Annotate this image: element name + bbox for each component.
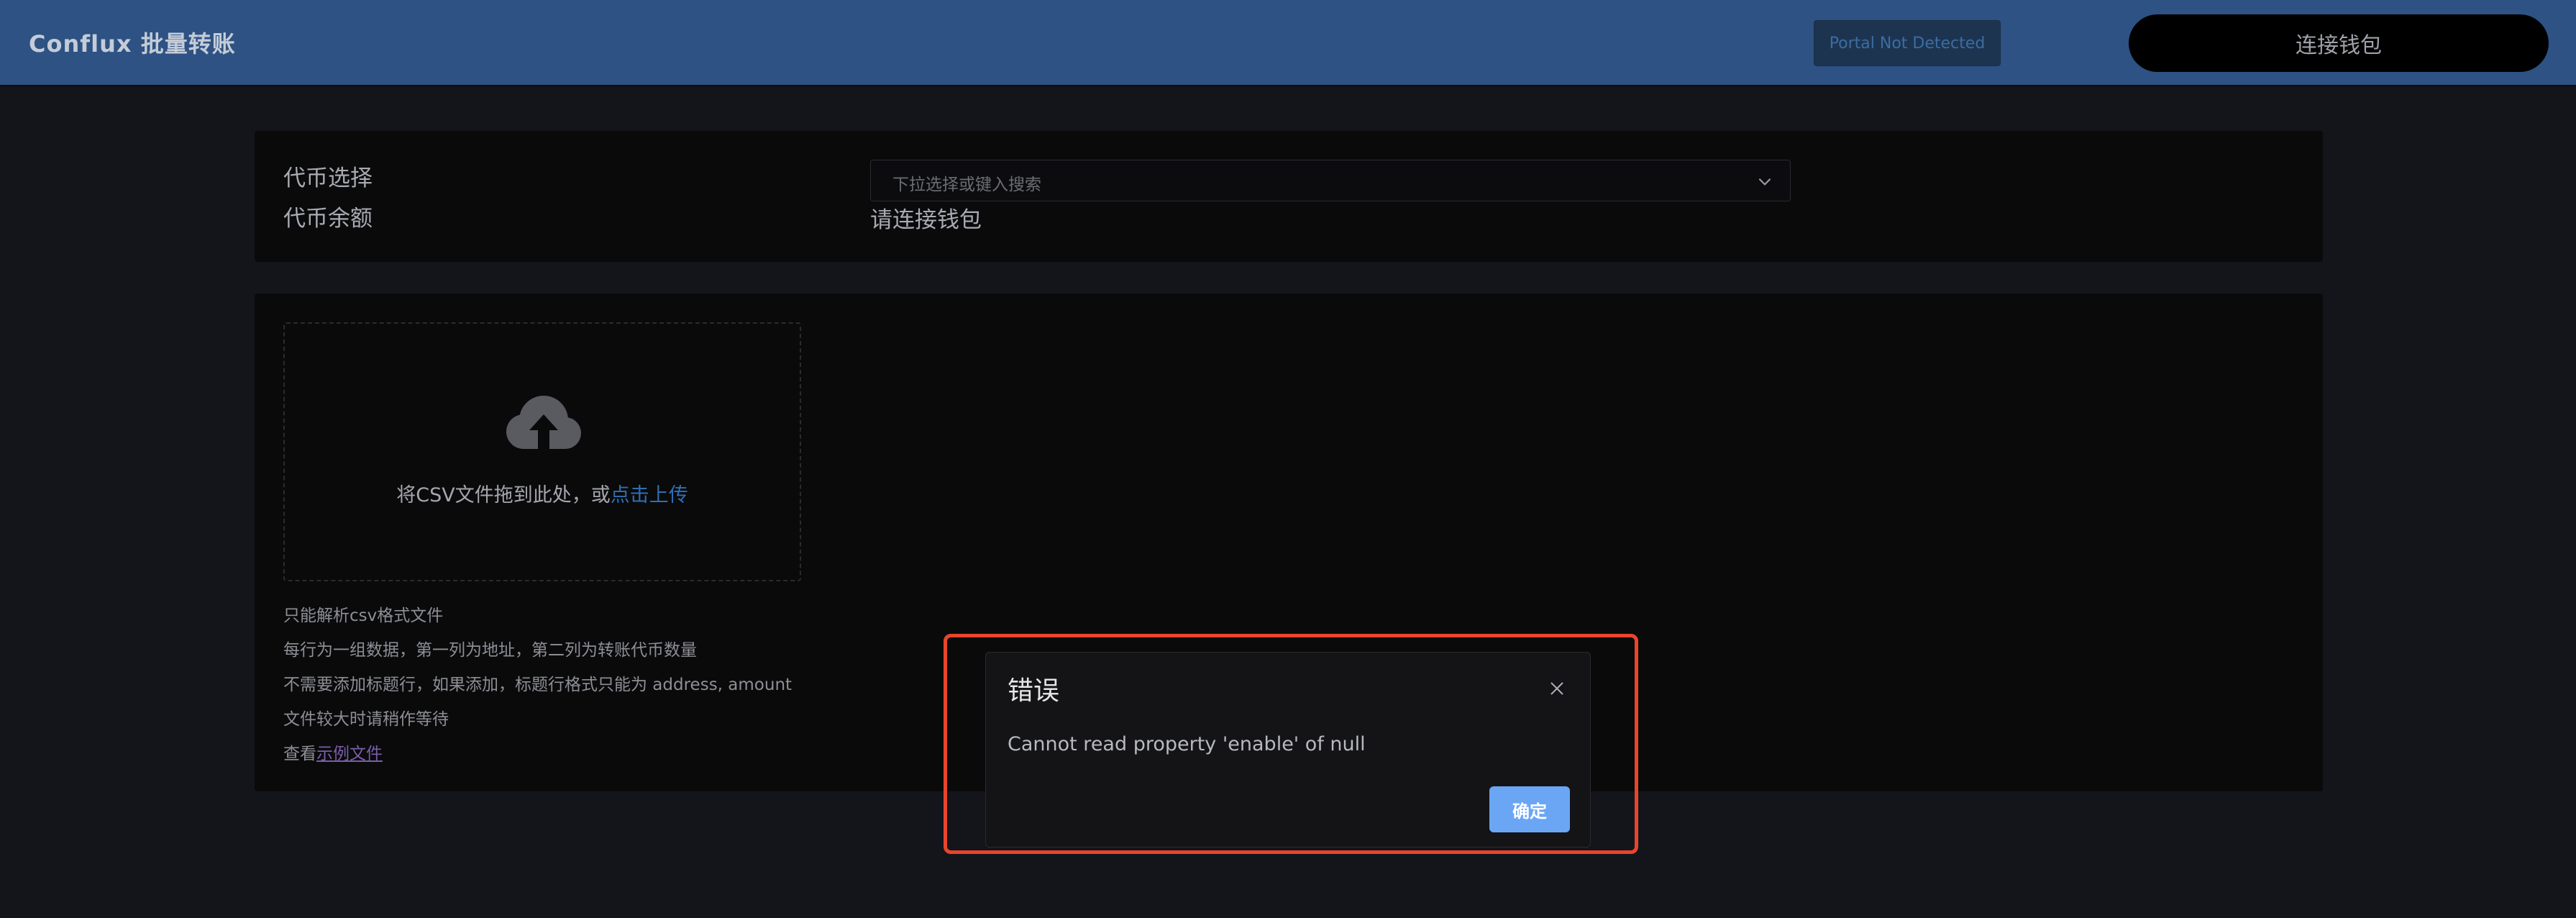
token-panel: 代币选择 下拉选择或键入搜索 代币余额 请连接钱包 [255, 131, 2323, 262]
hint-large-file: 文件较大时请稍作等待 [283, 710, 449, 729]
error-dialog: 错误 Cannot read property 'enable' of null… [985, 652, 1591, 847]
app-header: Conflux 批量转账 Portal Not Detected 连接钱包 [0, 0, 2576, 86]
hint-header-row: 不需要添加标题行，如果添加，标题行格式只能为 address, amount [283, 676, 793, 694]
token-select-placeholder[interactable]: 下拉选择或键入搜索 [892, 171, 1041, 195]
example-file-link[interactable]: 示例文件 [316, 745, 383, 763]
confirm-button[interactable]: 确定 [1489, 786, 1570, 832]
token-select[interactable]: 下拉选择或键入搜索 [870, 160, 1791, 201]
connect-wallet-button[interactable]: 连接钱包 [2129, 14, 2549, 72]
dropzone-instruction: 将CSV文件拖到此处，或 [396, 484, 611, 506]
error-dialog-message: Cannot read property 'enable' of null [1008, 733, 1366, 755]
csv-dropzone[interactable]: 将CSV文件拖到此处，或点击上传 [283, 322, 801, 581]
hint-csv-only: 只能解析csv格式文件 [283, 606, 444, 625]
upload-link[interactable]: 点击上传 [611, 484, 688, 506]
hint-example: 查看示例文件 [283, 740, 383, 764]
portal-status-badge[interactable]: Portal Not Detected [1814, 20, 2001, 66]
app-title: Conflux 批量转账 [29, 30, 236, 58]
hint-row-format: 每行为一组数据，第一列为地址，第二列为转账代币数量 [283, 641, 697, 660]
close-icon[interactable] [1548, 680, 1566, 697]
cloud-upload-icon [506, 396, 581, 449]
token-balance-label: 代币余额 [283, 206, 373, 232]
token-select-label: 代币选择 [283, 165, 373, 191]
token-balance-value: 请连接钱包 [870, 207, 982, 233]
error-dialog-title: 错误 [1008, 676, 1060, 706]
example-prefix: 查看 [283, 745, 316, 763]
dropzone-text: 将CSV文件拖到此处，或点击上传 [285, 479, 800, 507]
chevron-down-icon [1758, 178, 1771, 186]
